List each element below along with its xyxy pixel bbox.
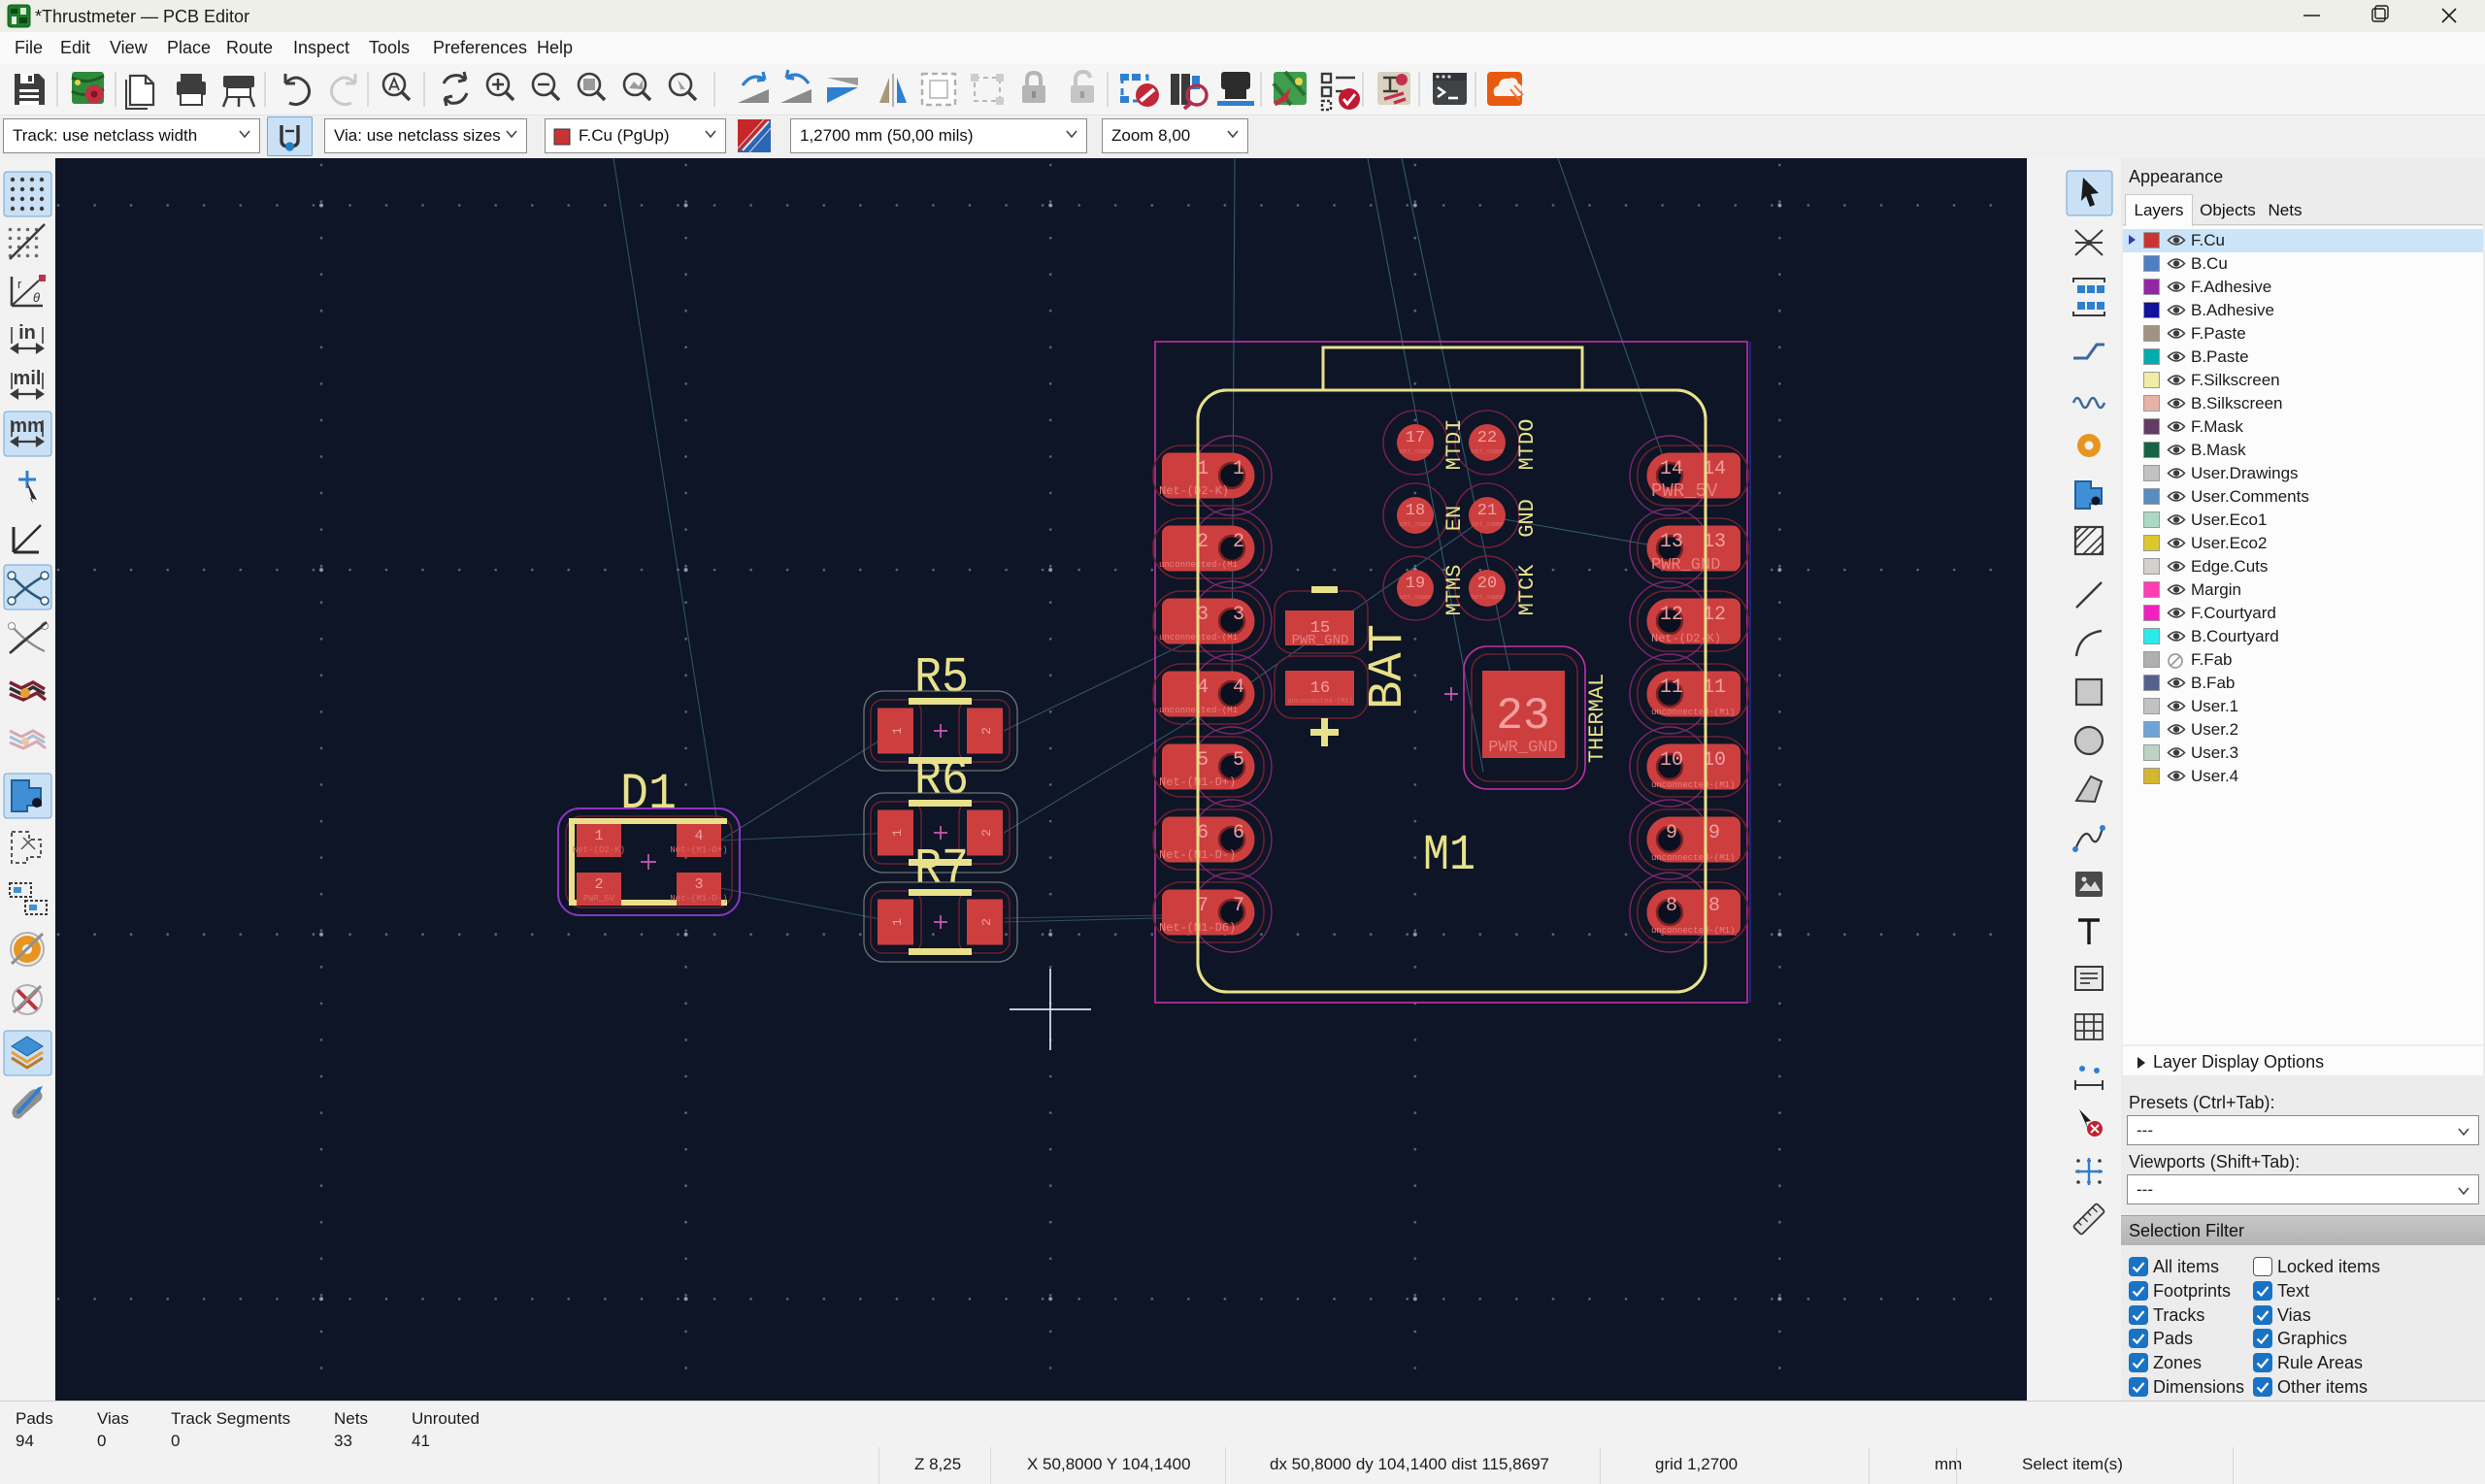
svg-text:Net-(D2-K): Net-(D2-K) xyxy=(1159,484,1229,498)
svg-text:GND: GND xyxy=(1515,499,1540,538)
svg-text:Net-(M1-D-): Net-(M1-D-) xyxy=(670,894,727,904)
svg-text:5: 5 xyxy=(1233,749,1244,772)
svg-text:14: 14 xyxy=(1660,458,1683,480)
svg-text:EN: EN xyxy=(1442,506,1467,531)
svg-text:17: 17 xyxy=(1406,429,1425,447)
svg-text:8: 8 xyxy=(1708,895,1720,917)
svg-text:23: 23 xyxy=(1496,691,1549,742)
svg-text:3: 3 xyxy=(1233,604,1244,626)
svg-text:19: 19 xyxy=(1406,575,1425,593)
svg-text:21: 21 xyxy=(1477,502,1497,520)
svg-text:PWR_5V: PWR_5V xyxy=(1651,480,1718,502)
svg-text:PWR_GND: PWR_GND xyxy=(1651,556,1720,575)
svg-text:6: 6 xyxy=(1233,822,1244,844)
svg-text:2: 2 xyxy=(594,876,603,893)
svg-text:MTCK: MTCK xyxy=(1515,564,1540,616)
svg-text:D1: D1 xyxy=(620,766,677,823)
svg-text:net_name: net_name xyxy=(1399,448,1432,456)
svg-text:unconnected-(M1): unconnected-(M1) xyxy=(1651,708,1735,717)
svg-text:r: r xyxy=(17,277,22,291)
svg-text:THERMAL: THERMAL xyxy=(1585,674,1609,763)
svg-text:net_name: net_name xyxy=(1471,448,1504,456)
svg-text:9: 9 xyxy=(1708,822,1720,844)
svg-text:10: 10 xyxy=(1660,749,1683,772)
svg-text:MTDO: MTDO xyxy=(1515,419,1540,471)
svg-text:2: 2 xyxy=(979,829,994,837)
svg-text:mm: mm xyxy=(10,415,45,437)
svg-text:unconnected-(M1): unconnected-(M1) xyxy=(1287,698,1352,706)
svg-text:net_name: net_name xyxy=(1471,594,1504,602)
svg-text:18: 18 xyxy=(1406,502,1425,520)
svg-text:3: 3 xyxy=(694,876,703,893)
svg-text:BAT: BAT xyxy=(1361,624,1416,709)
svg-text:Net-(D2-K): Net-(D2-K) xyxy=(1651,632,1721,645)
svg-text:20: 20 xyxy=(1477,575,1497,593)
svg-text:unconnected-(M1): unconnected-(M1) xyxy=(1651,926,1735,936)
svg-text:2: 2 xyxy=(1233,531,1244,553)
svg-text:4: 4 xyxy=(694,828,703,844)
svg-text:7: 7 xyxy=(1233,895,1244,917)
svg-text:M1: M1 xyxy=(1423,827,1475,884)
svg-text:MTDI: MTDI xyxy=(1442,419,1467,471)
svg-text:PWR_GND: PWR_GND xyxy=(1292,633,1349,648)
svg-text:net_name: net_name xyxy=(1399,594,1432,602)
svg-text:13: 13 xyxy=(1660,531,1683,553)
svg-text:in: in xyxy=(18,322,36,344)
svg-text:2: 2 xyxy=(979,727,994,735)
svg-text:1: 1 xyxy=(1233,458,1244,480)
svg-text:1: 1 xyxy=(890,918,905,926)
svg-text:Net-(D2-K): Net-(D2-K) xyxy=(573,845,625,855)
svg-text:9: 9 xyxy=(1666,822,1677,844)
svg-text:unconnected-(M1): unconnected-(M1) xyxy=(1651,780,1735,790)
svg-text:16: 16 xyxy=(1310,679,1330,698)
svg-text:4: 4 xyxy=(1233,676,1244,699)
svg-text:net_name: net_name xyxy=(1471,521,1504,529)
svg-text:1: 1 xyxy=(890,727,905,735)
svg-text:11: 11 xyxy=(1660,676,1683,699)
svg-text:θ: θ xyxy=(33,290,40,305)
svg-text:mil: mil xyxy=(14,368,42,389)
svg-text:PWR_GND: PWR_GND xyxy=(1488,739,1557,757)
svg-text:8: 8 xyxy=(1666,895,1677,917)
svg-text:12: 12 xyxy=(1660,604,1683,626)
svg-text:PWR_5V: PWR_5V xyxy=(583,894,615,904)
svg-text:net_name: net_name xyxy=(1399,521,1432,529)
svg-text:2: 2 xyxy=(979,918,994,926)
svg-text:Net-(M1-D+): Net-(M1-D+) xyxy=(670,845,727,855)
svg-text:unconnected-(M1): unconnected-(M1) xyxy=(1651,853,1735,863)
svg-text:1: 1 xyxy=(594,828,603,844)
svg-text:1: 1 xyxy=(890,829,905,837)
svg-text:22: 22 xyxy=(1477,429,1497,447)
svg-text:MTMS: MTMS xyxy=(1442,565,1467,616)
